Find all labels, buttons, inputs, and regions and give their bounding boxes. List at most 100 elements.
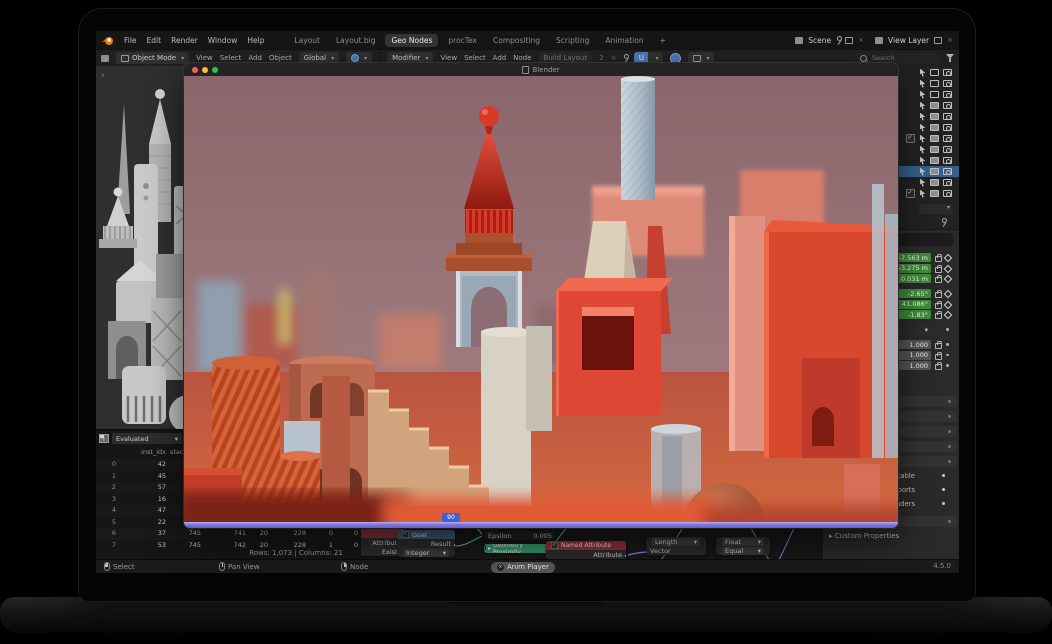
node-field-integer[interactable]: Integer▾: [397, 548, 455, 557]
object-menu[interactable]: Object: [269, 54, 292, 62]
menu-file[interactable]: File: [124, 36, 137, 45]
selectable-icon[interactable]: [919, 168, 926, 176]
node-menu[interactable]: Node: [513, 54, 531, 62]
render-window-titlebar[interactable]: Blender: [184, 63, 898, 76]
render-visibility-icon[interactable]: [943, 168, 952, 175]
compare-operation-dropdown[interactable]: Equal▾: [716, 546, 770, 555]
lock-icon[interactable]: [935, 256, 942, 262]
render-visibility-icon[interactable]: [943, 113, 952, 120]
editor-type-icon[interactable]: [101, 55, 109, 62]
selectable-icon[interactable]: [919, 102, 926, 110]
column-inst-idx[interactable]: inst_idx: [116, 448, 166, 456]
proportional-editing-icon[interactable]: [670, 53, 681, 64]
minimize-window-button[interactable]: [202, 67, 208, 73]
length-mode-dropdown[interactable]: Length▾: [646, 537, 706, 546]
lock-icon[interactable]: [935, 343, 942, 349]
lock-icon[interactable]: [935, 303, 942, 309]
animate-dot[interactable]: [946, 328, 949, 331]
tab-layout-big[interactable]: Layout.big: [330, 34, 382, 47]
view-layer-icon[interactable]: [875, 37, 883, 44]
lock-icon[interactable]: [935, 313, 942, 319]
lock-icon[interactable]: [935, 364, 942, 370]
new-scene-icon[interactable]: [845, 37, 853, 44]
lock-icon[interactable]: [935, 277, 942, 283]
viewport-visibility-icon[interactable]: [930, 80, 939, 87]
viewport-visibility-icon[interactable]: [930, 113, 939, 120]
viewport-visibility-icon[interactable]: [930, 124, 939, 131]
dataset-dropdown[interactable]: Evaluated▾: [112, 433, 182, 444]
selectable-icon[interactable]: [919, 157, 926, 165]
node-add-menu[interactable]: Add: [493, 54, 507, 62]
table-row[interactable]: 6377457412022800: [96, 528, 361, 540]
menu-window[interactable]: Window: [208, 36, 238, 45]
keyframe-icon[interactable]: [944, 311, 952, 319]
render-visibility-icon[interactable]: [943, 124, 952, 131]
animate-dot[interactable]: [946, 343, 949, 346]
filter-icon[interactable]: [946, 54, 954, 62]
node-epsilon-field[interactable]: Epsilon0.005: [484, 531, 556, 540]
new-view-layer-icon[interactable]: [934, 37, 942, 44]
viewport-visibility-icon[interactable]: [930, 157, 939, 164]
selectable-icon[interactable]: [919, 91, 926, 99]
node-length[interactable]: Length▾ Vector: [646, 537, 706, 555]
render-visibility-icon[interactable]: [943, 157, 952, 164]
close-window-button[interactable]: [192, 67, 198, 73]
animate-dot[interactable]: [942, 474, 945, 477]
lock-icon[interactable]: [935, 354, 942, 360]
render-visibility-icon[interactable]: [943, 69, 952, 76]
node-goal-header[interactable]: Goal: [397, 530, 455, 539]
node-compare[interactable]: Float▾ Equal▾: [716, 537, 770, 555]
view-menu[interactable]: View: [196, 54, 213, 62]
timeline-playhead-strip[interactable]: [184, 522, 898, 528]
custom-properties-panel[interactable]: ▸ Custom Properties: [829, 532, 899, 540]
render-visibility-icon[interactable]: [943, 190, 952, 197]
node-named-attribute[interactable]: Named Attribute Attribute: [546, 541, 626, 559]
current-frame-badge[interactable]: 90: [442, 513, 460, 522]
tree-users-count[interactable]: 2: [599, 54, 603, 62]
keyframe-icon[interactable]: [944, 300, 952, 308]
render-visibility-icon[interactable]: [943, 91, 952, 98]
view-layer-name[interactable]: View Layer: [888, 36, 929, 45]
add-menu[interactable]: Add: [248, 54, 262, 62]
display-mode-dropdown[interactable]: ▾: [919, 204, 953, 214]
selectable-icon[interactable]: [919, 190, 926, 198]
render-visibility-icon[interactable]: [943, 179, 952, 186]
tab-scripting[interactable]: Scripting: [550, 34, 595, 47]
proximity-header[interactable]: ▸Geometry Proximity: [484, 544, 548, 553]
selectable-icon[interactable]: [919, 179, 926, 187]
pin-icon[interactable]: [836, 36, 840, 44]
selectable-icon[interactable]: [919, 135, 926, 143]
viewport-visibility-icon[interactable]: [930, 146, 939, 153]
tab-proctex[interactable]: procTex: [442, 34, 483, 47]
cancel-job-icon[interactable]: ×: [497, 564, 504, 571]
collection-checkbox[interactable]: [906, 134, 915, 143]
viewport-visibility-icon[interactable]: [930, 190, 939, 197]
viewport-visibility-icon[interactable]: [930, 135, 939, 142]
outliner-search[interactable]: [855, 53, 939, 64]
lock-icon[interactable]: [935, 267, 942, 273]
tab-compositing[interactable]: Compositing: [487, 34, 546, 47]
animate-dot[interactable]: [946, 354, 949, 357]
menu-render[interactable]: Render: [171, 36, 198, 45]
tab-animation[interactable]: Animation: [599, 34, 649, 47]
remove-view-layer-icon[interactable]: ×: [947, 36, 953, 44]
zoom-window-button[interactable]: [212, 67, 218, 73]
keyframe-icon[interactable]: [944, 264, 952, 272]
node-select-menu[interactable]: Select: [464, 54, 486, 62]
node-goal[interactable]: Goal Result Integer▾: [397, 530, 455, 557]
epsilon-row[interactable]: Epsilon0.005: [484, 531, 556, 540]
animate-dot[interactable]: [946, 364, 949, 367]
selectable-icon[interactable]: [919, 80, 926, 88]
selectable-icon[interactable]: [919, 69, 926, 77]
animate-dot[interactable]: [942, 502, 945, 505]
scene-icon[interactable]: [795, 37, 803, 44]
tab-geo-nodes[interactable]: Geo Nodes: [385, 34, 438, 47]
named-attribute-header[interactable]: Named Attribute: [546, 541, 626, 550]
scene-name[interactable]: Scene: [808, 36, 831, 45]
node-geometry-proximity[interactable]: ▸Geometry Proximity: [484, 544, 548, 553]
render-window[interactable]: Blender: [184, 63, 898, 528]
render-visibility-icon[interactable]: [943, 135, 952, 142]
keyframe-icon[interactable]: [944, 275, 952, 283]
spreadsheet-editor-icon[interactable]: [99, 434, 109, 443]
search-input[interactable]: [870, 53, 924, 63]
